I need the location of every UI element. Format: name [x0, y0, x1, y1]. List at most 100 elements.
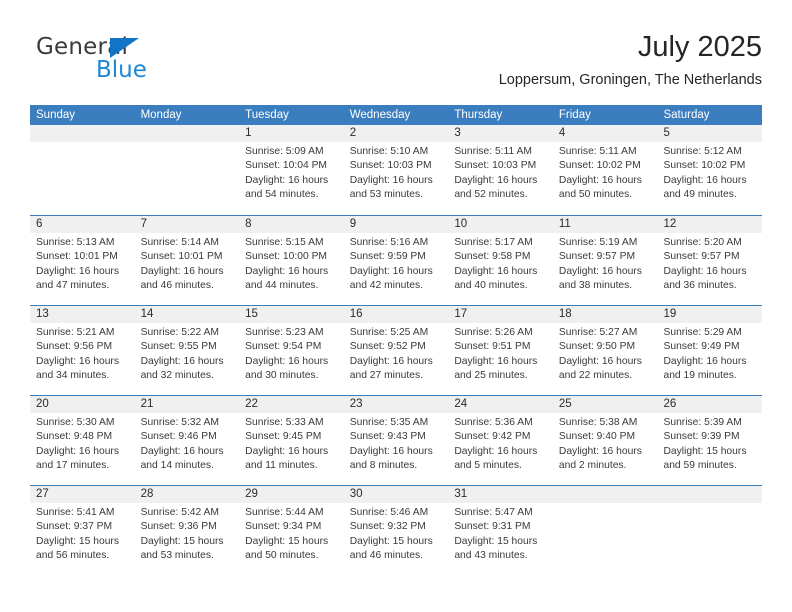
daylight-line-1: Daylight: 16 hours	[36, 445, 119, 457]
sunset-line: Sunset: 10:01 PM	[36, 251, 118, 263]
daylight-line-2: and 25 minutes.	[454, 369, 528, 381]
sunrise-line: Sunrise: 5:35 AM	[349, 417, 429, 428]
day-cell-15[interactable]: 15 Sunrise: 5:23 AM Sunset: 9:54 PM Dayligh…	[239, 306, 344, 395]
day-cell-13[interactable]: 13 Sunrise: 5:21 AM Sunset: 9:56 PM Dayligh…	[30, 306, 135, 395]
day-cell-8[interactable]: 8 Sunrise: 5:15 AM Sunset: 10:00 PM Dayligh…	[239, 216, 344, 305]
daylight-line-1: Daylight: 15 hours	[663, 445, 747, 457]
daylight-line-1: Daylight: 16 hours	[349, 265, 433, 277]
day-cell-10[interactable]: 10 Sunrise: 5:17 AM Sunset: 9:58 PM Dayligh…	[448, 216, 553, 305]
sunrise-line: Sunrise: 5:20 AM	[663, 237, 742, 248]
sunrise-line: Sunrise: 5:11 AM	[454, 146, 532, 157]
day-cell-21[interactable]: 21 Sunrise: 5:32 AM Sunset: 9:46 PM Dayligh…	[134, 396, 240, 485]
day-number-band: 29	[239, 486, 344, 503]
day-number-band: 15	[239, 306, 344, 323]
day-number: 19	[663, 308, 677, 320]
day-number: 31	[454, 488, 468, 500]
day-details: Sunrise: 5:46 AM Sunset: 9:32 PM Daylight:…	[344, 503, 449, 563]
day-cell-14[interactable]: 14 Sunrise: 5:22 AM Sunset: 9:55 PM Dayligh…	[134, 306, 240, 395]
daylight-line-1: Daylight: 15 hours	[245, 535, 329, 547]
day-details: Sunrise: 5:41 AM Sunset: 9:37 PM Daylight:…	[30, 503, 135, 563]
day-number: 13	[36, 308, 49, 320]
day-details: Sunrise: 5:21 AM Sunset: 9:56 PM Daylight:…	[30, 323, 135, 383]
day-cell-24[interactable]: 24 Sunrise: 5:36 AM Sunset: 9:42 PM Dayligh…	[448, 396, 553, 485]
day-cell-3[interactable]: 3 Sunrise: 5:11 AM Sunset: 10:03 PM Dayligh…	[448, 125, 553, 215]
day-cell-7[interactable]: 7 Sunrise: 5:14 AM Sunset: 10:01 PM Dayligh…	[134, 216, 240, 305]
weekday-header-tuesday: Tuesday	[245, 109, 289, 121]
day-cell-1[interactable]: 1 Sunrise: 5:09 AM Sunset: 10:04 PM Dayligh…	[239, 125, 344, 215]
day-number-band: 23	[343, 396, 449, 413]
daylight-line-2: and 50 minutes.	[245, 549, 319, 561]
logo-text-blue: Blue	[96, 57, 147, 83]
daylight-line-2: and 22 minutes.	[558, 369, 633, 381]
day-number-band: 26	[657, 396, 763, 413]
sunset-line: Sunset: 9:57 PM	[558, 251, 636, 263]
sunset-line: Sunset: 9:31 PM	[454, 521, 531, 533]
day-number-band: 8	[239, 216, 344, 233]
day-cell-4[interactable]: 4 Sunrise: 5:11 AM Sunset: 10:02 PM Dayligh…	[552, 125, 658, 215]
sunrise-line: Sunrise: 5:47 AM	[454, 507, 533, 518]
sunset-line: Sunset: 9:52 PM	[349, 341, 426, 353]
sunset-line: Sunset: 9:54 PM	[245, 341, 322, 353]
day-number: 2	[349, 127, 357, 139]
day-number-band: 2	[343, 125, 449, 142]
day-cell-16[interactable]: 16 Sunrise: 5:25 AM Sunset: 9:52 PM Dayligh…	[343, 306, 449, 395]
sunset-line: Sunset: 9:50 PM	[558, 341, 636, 353]
logo-triangle-icon	[110, 38, 139, 58]
daylight-line-1: Daylight: 16 hours	[663, 355, 747, 367]
day-number-band: 13	[30, 306, 135, 323]
day-number-band: 20	[30, 396, 135, 413]
weekday-header-friday: Friday	[558, 109, 591, 121]
sunrise-line: Sunrise: 5:33 AM	[245, 417, 324, 428]
day-cell-20[interactable]: 20 Sunrise: 5:30 AM Sunset: 9:48 PM Dayligh…	[30, 396, 135, 485]
day-cell-empty	[134, 125, 240, 215]
page-title: July 2025	[637, 31, 762, 63]
sunrise-line: Sunrise: 5:38 AM	[558, 417, 638, 428]
daylight-line-2: and 19 minutes.	[663, 369, 737, 381]
sunrise-line: Sunrise: 5:10 AM	[349, 146, 429, 157]
day-cell-11[interactable]: 11 Sunrise: 5:19 AM Sunset: 9:57 PM Dayligh…	[552, 216, 658, 305]
day-number: 18	[558, 308, 572, 320]
general-blue-logo[interactable]: General Blue	[36, 34, 186, 92]
day-details: Sunrise: 5:36 AM Sunset: 9:42 PM Daylight:…	[448, 413, 553, 473]
day-cell-6[interactable]: 6 Sunrise: 5:13 AM Sunset: 10:01 PM Dayligh…	[30, 216, 135, 305]
sunset-line: Sunset: 10:04 PM	[245, 160, 328, 172]
day-details: Sunrise: 5:11 AM Sunset: 10:02 PM Daylight…	[553, 142, 658, 202]
day-number-band: 30	[343, 486, 449, 503]
day-cell-12[interactable]: 12 Sunrise: 5:20 AM Sunset: 9:57 PM Dayligh…	[657, 216, 763, 305]
daylight-line-2: and 46 minutes.	[140, 279, 214, 291]
sunrise-line: Sunrise: 5:42 AM	[140, 507, 219, 518]
day-cell-17[interactable]: 17 Sunrise: 5:26 AM Sunset: 9:51 PM Dayligh…	[448, 306, 553, 395]
day-cell-26[interactable]: 26 Sunrise: 5:39 AM Sunset: 9:39 PM Dayligh…	[657, 396, 763, 485]
day-cell-empty	[30, 125, 135, 215]
sunrise-line: Sunrise: 5:17 AM	[454, 237, 533, 248]
day-cell-19[interactable]: 19 Sunrise: 5:29 AM Sunset: 9:49 PM Dayligh…	[657, 306, 763, 395]
day-number-band	[134, 125, 240, 142]
day-number-band: 7	[134, 216, 240, 233]
sunrise-line: Sunrise: 5:44 AM	[245, 507, 324, 518]
day-cell-29[interactable]: 29 Sunrise: 5:44 AM Sunset: 9:34 PM Dayligh…	[239, 486, 344, 575]
day-number: 21	[140, 398, 154, 410]
day-cell-5[interactable]: 5 Sunrise: 5:12 AM Sunset: 10:02 PM Dayligh…	[657, 125, 763, 215]
day-number: 11	[558, 218, 571, 230]
day-details: Sunrise: 5:30 AM Sunset: 9:48 PM Daylight:…	[30, 413, 135, 473]
day-number-band: 21	[134, 396, 240, 413]
day-cell-2[interactable]: 2 Sunrise: 5:10 AM Sunset: 10:03 PM Dayligh…	[343, 125, 449, 215]
daylight-line-2: and 47 minutes.	[36, 279, 110, 291]
day-cell-28[interactable]: 28 Sunrise: 5:42 AM Sunset: 9:36 PM Dayligh…	[134, 486, 240, 575]
day-cell-23[interactable]: 23 Sunrise: 5:35 AM Sunset: 9:43 PM Dayligh…	[343, 396, 449, 485]
daylight-line-2: and 53 minutes.	[140, 549, 214, 561]
day-number-band: 22	[239, 396, 344, 413]
weekday-header-monday: Monday	[140, 109, 182, 121]
day-details: Sunrise: 5:09 AM Sunset: 10:04 PM Daylight…	[239, 142, 344, 202]
day-cell-25[interactable]: 25 Sunrise: 5:38 AM Sunset: 9:40 PM Dayligh…	[552, 396, 658, 485]
day-cell-31[interactable]: 31 Sunrise: 5:47 AM Sunset: 9:31 PM Dayligh…	[448, 486, 553, 575]
day-cell-9[interactable]: 9 Sunrise: 5:16 AM Sunset: 9:59 PM Daylight…	[343, 216, 449, 305]
day-cell-18[interactable]: 18 Sunrise: 5:27 AM Sunset: 9:50 PM Dayligh…	[552, 306, 658, 395]
day-cell-22[interactable]: 22 Sunrise: 5:33 AM Sunset: 9:45 PM Dayligh…	[239, 396, 344, 485]
day-number: 12	[663, 218, 677, 230]
day-number: 25	[558, 398, 572, 410]
sunrise-line: Sunrise: 5:12 AM	[663, 146, 742, 157]
day-number: 28	[140, 488, 154, 500]
day-cell-30[interactable]: 30 Sunrise: 5:46 AM Sunset: 9:32 PM Dayligh…	[343, 486, 449, 575]
day-cell-27[interactable]: 27 Sunrise: 5:41 AM Sunset: 9:37 PM Dayligh…	[30, 486, 135, 575]
